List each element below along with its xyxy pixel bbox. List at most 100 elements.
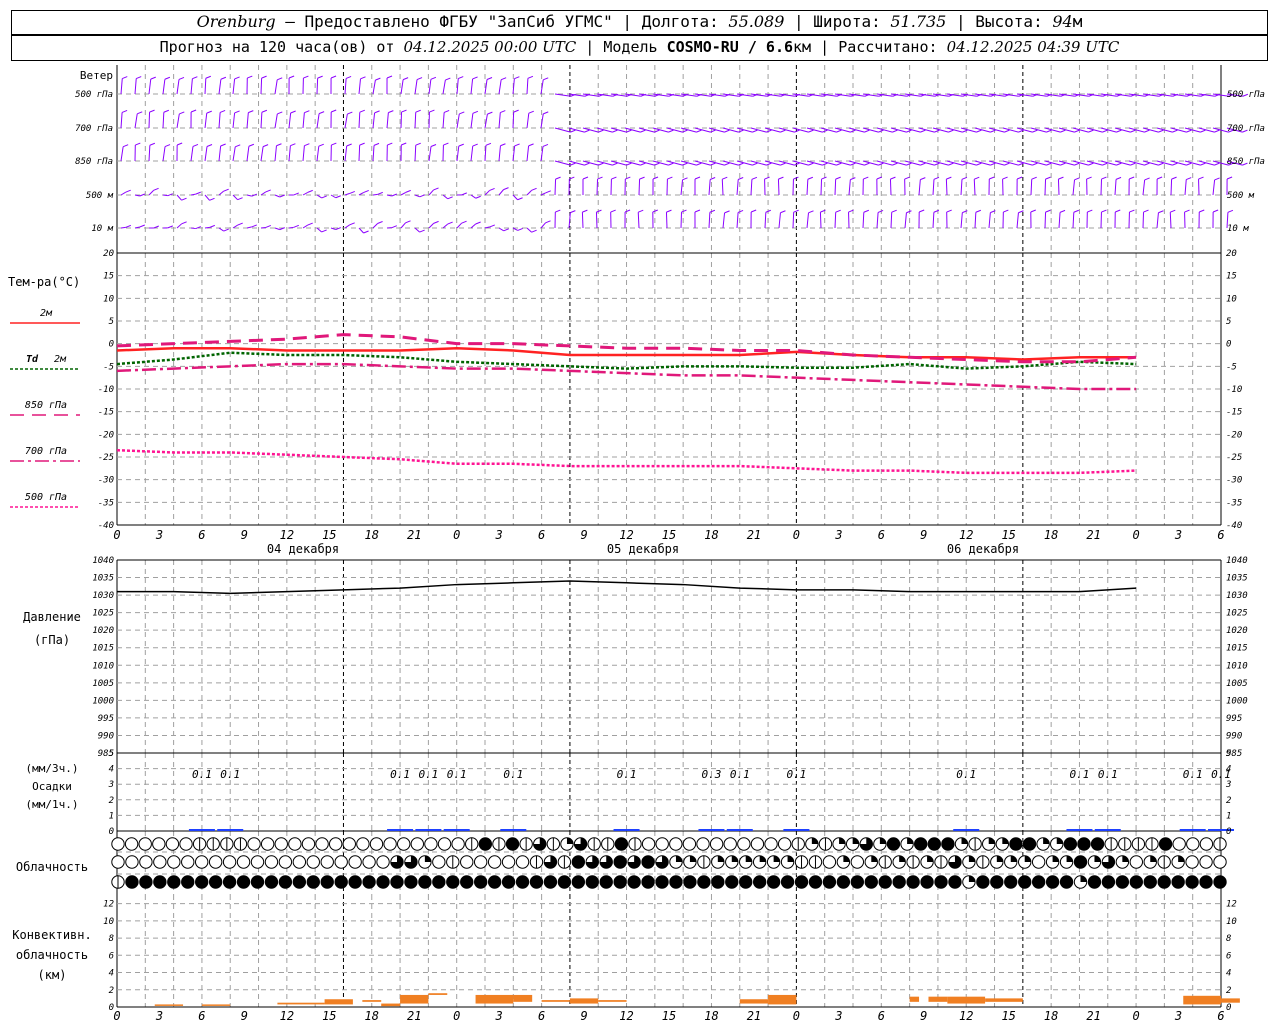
wind-barb-flag	[1032, 129, 1038, 133]
cloud-circle	[315, 837, 329, 851]
cloud-circle	[913, 837, 928, 851]
cloud-cover-symbol	[194, 875, 209, 889]
wind-barb	[680, 179, 684, 196]
wind-barb-flag	[1060, 162, 1066, 166]
cloud-cover-symbol	[222, 875, 237, 889]
wind-barb-flag	[1144, 162, 1150, 166]
cloud-cover-symbol	[328, 837, 343, 851]
wind-barb	[777, 179, 780, 196]
hour-label-top: 12	[280, 528, 294, 542]
wind-barb-flag	[517, 197, 523, 201]
wind-barb	[1072, 179, 1076, 196]
cloud-cover-symbol	[233, 837, 248, 851]
wind-barb-flag	[475, 221, 481, 225]
wind-level-right: 500 гПа	[1227, 90, 1265, 100]
cloud-cover-symbol	[334, 855, 348, 869]
wind-barb-flag	[531, 229, 537, 233]
wind-barb-flag	[503, 228, 509, 232]
wind-barb-flag	[149, 142, 156, 146]
cloud-circle	[920, 875, 934, 889]
hour-label-top: 21	[407, 528, 421, 542]
cloud-cover-symbol	[962, 855, 976, 869]
y-tick-left: 995	[98, 714, 114, 724]
cloud-cover-symbol	[808, 875, 823, 889]
hour-label-top: 6	[538, 528, 545, 542]
conv-title-3: (км)	[38, 968, 67, 982]
computed-label: Рассчитано:	[838, 38, 938, 56]
cloud-cover-symbol	[383, 837, 397, 851]
cloud-cover-symbol	[376, 855, 390, 869]
cloud-circle	[362, 855, 376, 869]
wind-barb	[218, 112, 221, 129]
conv-title-2: облачность	[16, 948, 88, 962]
wind-barb-flag	[1060, 129, 1066, 133]
cloud-cover-symbol	[274, 837, 288, 851]
wind-barb	[819, 212, 822, 229]
wind-barb	[274, 79, 278, 95]
cloud-circle	[976, 875, 990, 889]
wind-barb-flag	[545, 190, 551, 194]
cloud-cover-symbol	[1185, 875, 1199, 889]
cloud-cover-symbol	[301, 837, 316, 851]
wind-barb	[526, 189, 532, 196]
wind-barb-flag	[486, 77, 493, 80]
convective-bar	[598, 1000, 627, 1002]
wind-barb-flag	[1073, 209, 1079, 213]
model-name: COSMO-RU / 6.6	[666, 38, 794, 56]
cloud-cover-symbol	[737, 837, 751, 851]
cloud-cover-symbol	[557, 875, 572, 889]
cloud-quarter-mark	[968, 855, 976, 862]
wind-barb-flag	[1158, 162, 1164, 166]
cloud-cover-symbol	[892, 855, 906, 869]
wind-barb	[1057, 179, 1060, 196]
cloud-circle	[696, 837, 710, 851]
cloud-cover-symbol	[927, 837, 941, 851]
wind-barb	[162, 146, 166, 162]
wind-barb-flag	[419, 229, 425, 233]
wind-barb-flag	[164, 76, 171, 80]
cloud-cover-symbol	[1059, 855, 1074, 869]
wind-barb-flag	[694, 209, 701, 213]
cloud-cover-symbol	[627, 875, 641, 889]
precip-title: Осадки	[32, 780, 72, 793]
wind-barb-flag	[570, 129, 576, 133]
cloud-circle	[641, 875, 655, 889]
cloud-cover-symbol	[529, 875, 544, 889]
wind-barb	[414, 145, 417, 162]
cloud-circle	[737, 837, 751, 851]
wind-barb-flag	[1200, 129, 1206, 133]
cloud-cover-symbol	[587, 837, 601, 851]
cloud-cover-symbol	[432, 855, 446, 869]
precip-unit-bottom: (мм/1ч.)	[26, 798, 79, 811]
pressure-unit: (гПа)	[34, 633, 70, 647]
wind-barb	[232, 146, 236, 162]
legend-td-level: 2м	[54, 354, 67, 365]
hour-label-top: 0	[113, 528, 120, 542]
wind-barb-flag	[377, 191, 383, 195]
wind-barb-flag	[920, 129, 926, 133]
cloud-circle	[342, 837, 356, 851]
wind-barb-flag	[738, 129, 744, 133]
wind-barb-flag	[989, 176, 995, 180]
cloud-circle	[222, 875, 237, 889]
precip-value-label: 0.1	[1070, 768, 1090, 781]
cloud-cover-symbol	[167, 875, 181, 889]
cloud-circle	[599, 875, 613, 889]
cloud-cover-symbol	[390, 875, 404, 889]
wind-barb-flag	[1101, 176, 1107, 180]
wind-barb	[372, 112, 376, 129]
wind-barb	[428, 189, 434, 196]
precip-value-label: 0.1	[418, 768, 438, 781]
wind-barb-flag	[122, 144, 129, 148]
cloud-cover-symbol	[292, 855, 307, 869]
wind-barb-flag	[248, 143, 255, 147]
wind-barb	[736, 179, 739, 196]
cloud-cover-symbol	[1171, 855, 1185, 869]
wind-barb-flag	[500, 77, 507, 81]
wind-level-left: 700 гПа	[75, 124, 113, 134]
cloud-cover-symbol	[832, 837, 846, 851]
wind-barb-flag	[360, 76, 366, 80]
precip-bar	[783, 829, 810, 831]
meteogram: 0.1 0.1 0.1 0.1 0.1 0.1 0.1 0.3 0.1 0.1 0.1 0.1 0.1 0…	[8, 65, 1265, 1023]
wind-barb	[637, 212, 640, 229]
